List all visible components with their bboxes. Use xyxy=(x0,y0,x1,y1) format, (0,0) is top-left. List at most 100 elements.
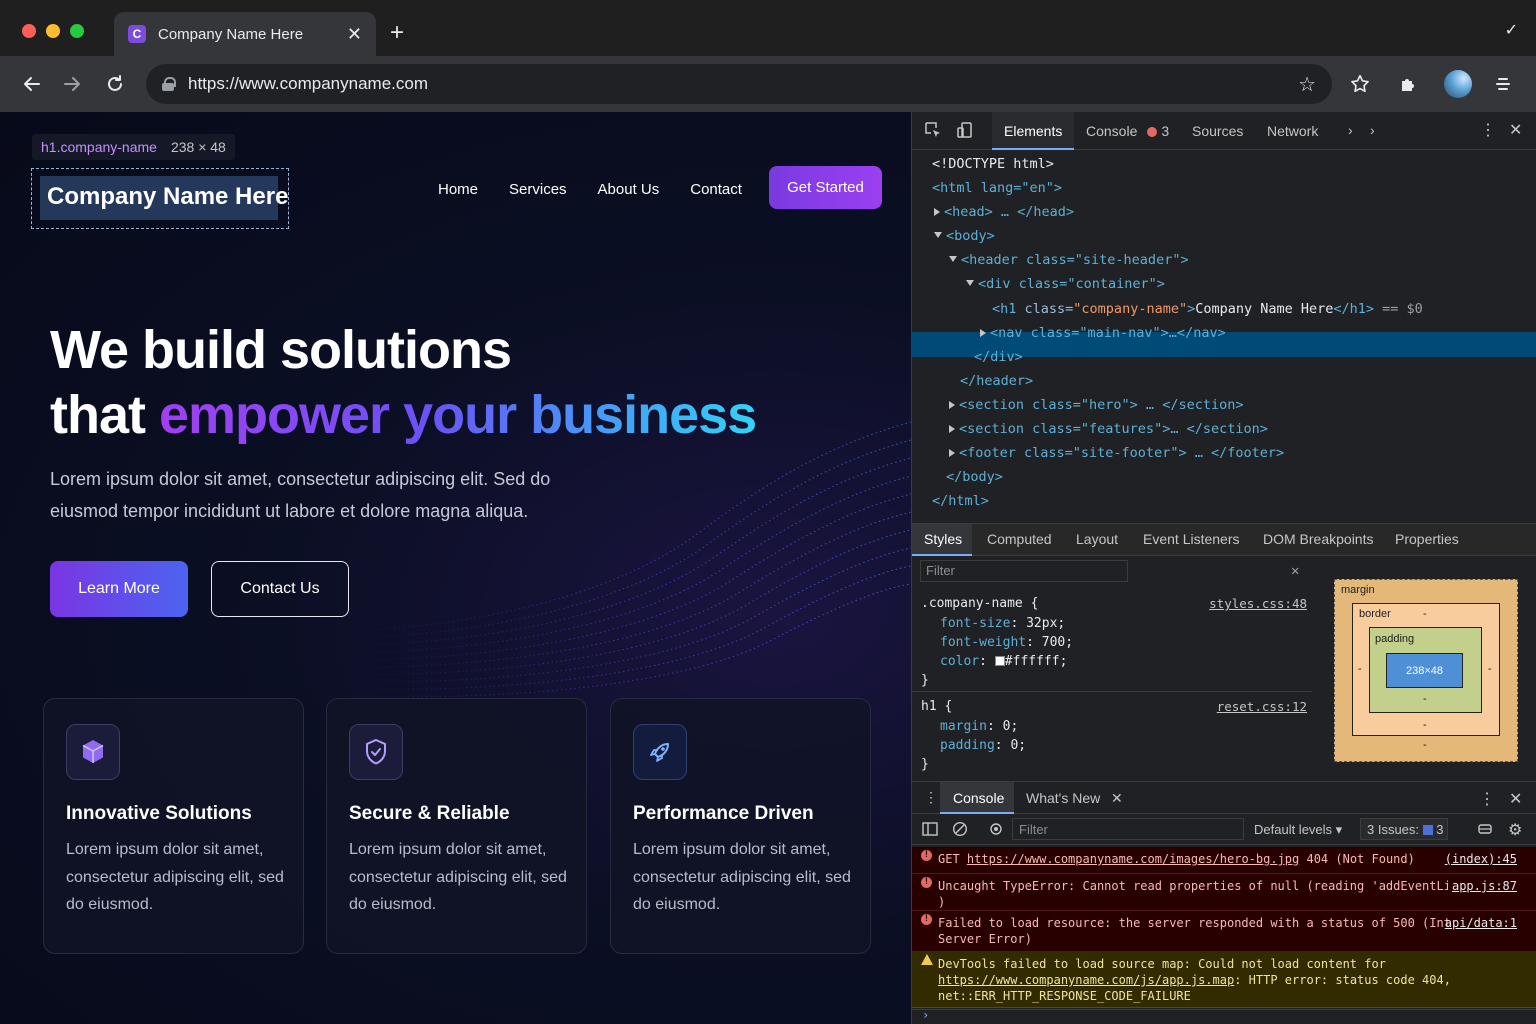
close-window-button[interactable] xyxy=(22,24,36,38)
style-property[interactable]: font-weight: 700; xyxy=(940,633,1073,652)
subtab-styles[interactable]: Styles xyxy=(924,531,962,547)
devtools-close-icon[interactable]: ✕ xyxy=(1509,120,1522,140)
dom-section-hero[interactable]: <section class="hero"> … </section> xyxy=(949,395,1243,415)
dom-body[interactable]: <body> xyxy=(934,226,995,246)
contact-us-button[interactable]: Contact Us xyxy=(211,561,349,617)
device-toolbar-icon[interactable] xyxy=(956,121,974,142)
source-location-link[interactable]: app.js:87 xyxy=(1452,878,1517,894)
rule-selector[interactable]: h1 {reset.css:12 xyxy=(921,697,1307,716)
dom-header-close[interactable]: </header> xyxy=(960,371,1033,391)
drawer-tab-whats-new[interactable]: What's New xyxy=(1026,790,1100,806)
close-drawer-icon[interactable]: ✕ xyxy=(1509,789,1522,809)
styles-filter-input[interactable]: Filter xyxy=(920,560,1128,582)
subtab-dom-breakpoints[interactable]: DOM Breakpoints xyxy=(1263,531,1373,547)
dom-doctype[interactable]: <!DOCTYPE html> xyxy=(932,154,1054,174)
minimize-window-button[interactable] xyxy=(46,24,60,38)
console-settings-gear-icon[interactable]: ⚙ xyxy=(1508,820,1522,840)
tab-network[interactable]: Network xyxy=(1267,123,1318,139)
console-error-message[interactable]: ! Failed to load resource: the server re… xyxy=(912,911,1536,952)
box-content-size[interactable]: 238×48 xyxy=(1386,653,1463,688)
inspect-element-icon[interactable] xyxy=(924,121,942,142)
expand-triangle-icon[interactable] xyxy=(949,401,955,409)
drawer-menu-kebab-icon[interactable]: ⋮ xyxy=(924,789,938,806)
subtab-event-listeners[interactable]: Event Listeners xyxy=(1143,531,1240,547)
issues-button[interactable]: 3 Issues: 3 xyxy=(1360,818,1448,840)
style-property[interactable]: padding: 0; xyxy=(940,736,1026,755)
rule-source-link[interactable]: reset.css:12 xyxy=(1217,697,1307,716)
collapse-triangle-icon[interactable] xyxy=(934,232,942,238)
default-levels-dropdown[interactable]: Default levels ▾ xyxy=(1254,822,1342,838)
reload-icon[interactable] xyxy=(101,70,129,98)
dom-h1-selected[interactable]: <h1 class="company-name">Company Name He… xyxy=(992,299,1423,319)
style-property[interactable]: color: #ffffff; xyxy=(940,652,1067,671)
drawer-kebab-icon[interactable]: ⋮ xyxy=(1479,789,1495,809)
nav-home[interactable]: Home xyxy=(438,181,478,198)
color-swatch-icon[interactable] xyxy=(994,656,1005,666)
dom-head[interactable]: <head> … </head> xyxy=(934,202,1074,222)
profile-avatar[interactable] xyxy=(1444,70,1472,98)
nav-services[interactable]: Services xyxy=(509,181,567,198)
expand-triangle-icon[interactable] xyxy=(980,329,986,337)
dom-div-container[interactable]: <div class="container"> xyxy=(966,274,1165,294)
more-tabs-chevron-icon[interactable]: › xyxy=(1370,122,1375,138)
network-conditions-icon[interactable] xyxy=(1477,821,1493,840)
expand-triangle-icon[interactable] xyxy=(949,425,955,433)
tab-sources[interactable]: Sources xyxy=(1192,123,1243,139)
dom-body-close[interactable]: </body> xyxy=(946,467,1003,487)
console-warning-message[interactable]: DevTools failed to load source map: Coul… xyxy=(912,952,1536,1008)
tab-search-chevron-icon[interactable]: ✓ xyxy=(1505,20,1518,40)
clear-filter-icon[interactable]: ✕ xyxy=(1291,563,1299,579)
console-link[interactable]: https://www.companyname.com/images/hero-… xyxy=(967,852,1299,866)
new-tab-button[interactable]: + xyxy=(390,20,404,46)
get-started-button[interactable]: Get Started xyxy=(769,166,882,209)
dom-section-features[interactable]: <section class="features">… </section> xyxy=(949,419,1268,439)
devtools-menu-kebab-icon[interactable]: ⋮ xyxy=(1480,120,1496,140)
source-location-link[interactable]: api/data:1 xyxy=(1445,915,1517,931)
console-filter-input[interactable]: Filter xyxy=(1012,818,1244,840)
bookmark-star-icon[interactable]: ☆ xyxy=(1298,72,1316,97)
rule-selector[interactable]: .company-name {styles.css:48 xyxy=(921,594,1307,613)
expand-triangle-icon[interactable] xyxy=(934,208,940,216)
dom-header[interactable]: <header class="site-header"> xyxy=(949,250,1189,270)
forward-arrow-icon[interactable] xyxy=(58,70,86,98)
expand-triangle-icon[interactable] xyxy=(949,449,955,457)
browser-tab[interactable]: C Company Name Here ✕ xyxy=(114,12,376,56)
console-link[interactable]: https://www.companyname.com/js/app.js.ma… xyxy=(938,973,1234,987)
clear-console-icon[interactable] xyxy=(952,821,968,840)
drawer-tab-console[interactable]: Console xyxy=(953,790,1004,806)
more-tabs-chevron-icon[interactable]: › xyxy=(1348,122,1353,138)
eye-icon[interactable] xyxy=(988,821,1004,840)
tab-elements[interactable]: Elements xyxy=(1004,123,1062,139)
maximize-window-button[interactable] xyxy=(70,24,84,38)
console-error-message[interactable]: ! GET https://www.companyname.com/images… xyxy=(912,847,1536,874)
subtab-properties[interactable]: Properties xyxy=(1395,531,1459,547)
subtab-layout[interactable]: Layout xyxy=(1076,531,1118,547)
dom-footer[interactable]: <footer class="site-footer"> … </footer> xyxy=(949,443,1284,463)
learn-more-button[interactable]: Learn More xyxy=(50,561,188,617)
nav-contact[interactable]: Contact xyxy=(690,181,742,198)
dom-nav[interactable]: <nav class="main-nav">…</nav> xyxy=(980,323,1226,343)
rule-source-link[interactable]: styles.css:48 xyxy=(1209,594,1307,613)
back-arrow-icon[interactable] xyxy=(18,70,46,98)
collapse-triangle-icon[interactable] xyxy=(966,280,974,286)
console-prompt[interactable]: › xyxy=(912,1008,1536,1024)
dom-html-close[interactable]: </html> xyxy=(932,491,989,511)
nav-about-us[interactable]: About Us xyxy=(598,181,660,198)
close-whats-new-icon[interactable]: ✕ xyxy=(1111,790,1123,807)
star-icon[interactable] xyxy=(1346,70,1374,98)
address-bar[interactable]: https://www.companyname.com ☆ xyxy=(146,64,1332,104)
url-text[interactable]: https://www.companyname.com xyxy=(188,74,1298,94)
style-property[interactable]: font-size: 32px; xyxy=(940,614,1065,633)
style-property[interactable]: margin: 0; xyxy=(940,717,1018,736)
close-tab-icon[interactable]: ✕ xyxy=(347,24,362,45)
subtab-computed[interactable]: Computed xyxy=(987,531,1052,547)
menu-icon[interactable] xyxy=(1489,70,1517,98)
collapse-triangle-icon[interactable] xyxy=(949,256,957,262)
company-logo[interactable]: Company Name Here xyxy=(47,183,288,211)
extensions-puzzle-icon[interactable] xyxy=(1395,70,1423,98)
tab-console[interactable]: Console 3 xyxy=(1086,123,1169,139)
dom-html[interactable]: <html lang="en"> xyxy=(932,178,1062,198)
console-error-message[interactable]: ! Uncaught TypeError: Cannot read proper… xyxy=(912,874,1536,911)
sidebar-toggle-icon[interactable] xyxy=(922,821,938,840)
source-location-link[interactable]: (index):45 xyxy=(1445,851,1517,867)
